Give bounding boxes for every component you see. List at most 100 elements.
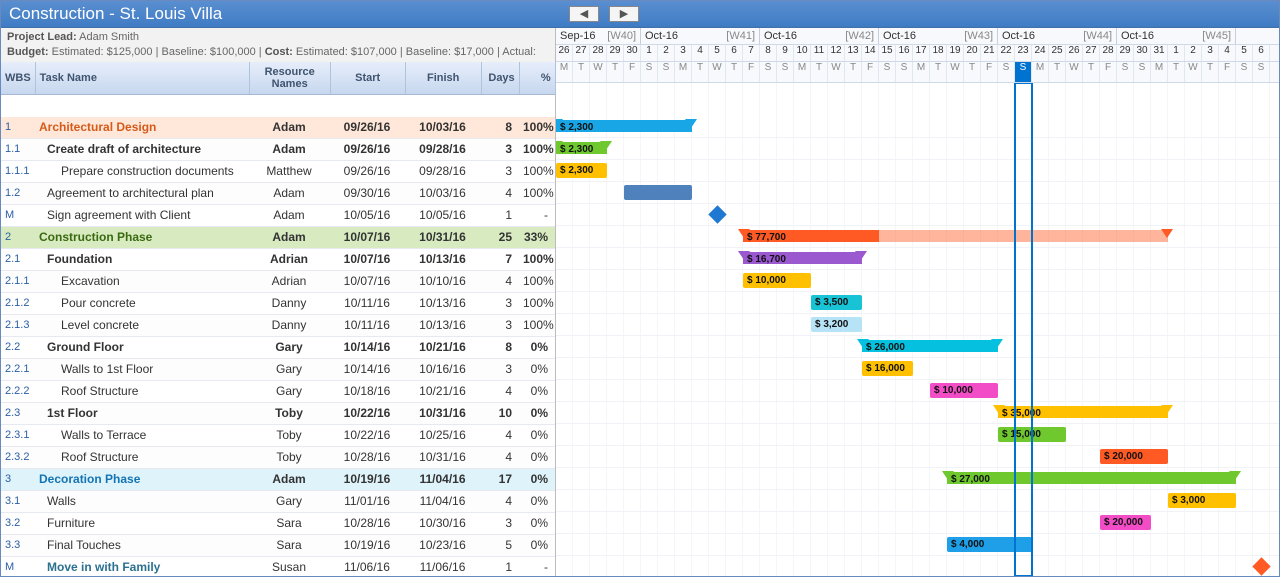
col-start[interactable]: Start bbox=[331, 62, 406, 94]
task-bar[interactable]: $ 4,000 bbox=[947, 537, 1032, 552]
daynum-cell bbox=[1270, 45, 1279, 61]
gantt-row: $ 26,000 bbox=[556, 336, 1279, 358]
task-row[interactable]: 2.1.3Level concreteDanny10/11/1610/13/16… bbox=[1, 315, 555, 337]
dow-cell: F bbox=[862, 62, 879, 82]
daynum-cell: 6 bbox=[1253, 45, 1270, 61]
cell-finish: 10/25/16 bbox=[405, 425, 481, 446]
task-bar[interactable]: $ 20,000 bbox=[1100, 449, 1168, 464]
cell-pct: - bbox=[519, 557, 555, 576]
task-bar[interactable]: $ 15,000 bbox=[998, 427, 1066, 442]
task-row[interactable]: 2.2.2Roof StructureGary10/18/1610/21/164… bbox=[1, 381, 555, 403]
dow-cell: T bbox=[1049, 62, 1066, 82]
month-cell: Oct-16[W41] bbox=[641, 28, 760, 44]
cell-start: 10/19/16 bbox=[330, 469, 405, 490]
cell-days: 3 bbox=[481, 315, 519, 336]
cell-pct: 100% bbox=[519, 249, 556, 270]
task-bar[interactable]: $ 20,000 bbox=[1100, 515, 1151, 530]
col-task[interactable]: Task Name bbox=[36, 62, 250, 94]
task-row[interactable]: 1Architectural DesignAdam09/26/1610/03/1… bbox=[1, 117, 555, 139]
task-bar[interactable]: $ 3,000 bbox=[1168, 493, 1236, 508]
summary-bar[interactable]: $ 16,700 bbox=[743, 252, 862, 264]
daynum-cell: 26 bbox=[556, 45, 573, 61]
cell-start: 10/18/16 bbox=[330, 381, 405, 402]
task-row[interactable]: 2.1.1ExcavationAdrian10/07/1610/10/16410… bbox=[1, 271, 555, 293]
cell-days: 4 bbox=[481, 447, 519, 468]
gantt-row: $ 20,000 bbox=[556, 446, 1279, 468]
dow-cell bbox=[1270, 62, 1279, 82]
task-row[interactable]: 2.3.2Roof StructureToby10/28/1610/31/164… bbox=[1, 447, 555, 469]
task-row[interactable]: 2.3.1Walls to TerraceToby10/22/1610/25/1… bbox=[1, 425, 555, 447]
gantt-area[interactable]: $ 2,300 $ 2,300 $ 2,300 $ 77,700 $ 16,700 $ 1… bbox=[556, 83, 1279, 576]
summary-bar[interactable]: $ 2,300 bbox=[556, 120, 692, 132]
dow-cell: S bbox=[896, 62, 913, 82]
nav-prev-button[interactable]: ◀ bbox=[569, 6, 599, 22]
task-row[interactable]: MMove in with FamilySusan11/06/1611/06/1… bbox=[1, 557, 555, 576]
cell-res: Adam bbox=[249, 139, 330, 160]
col-res[interactable]: Resource Names bbox=[250, 62, 331, 94]
cell-finish: 11/04/16 bbox=[405, 491, 481, 512]
cell-name: Walls to Terrace bbox=[35, 425, 249, 446]
bar-cost-label: $ 10,000 bbox=[934, 383, 973, 398]
col-wbs[interactable]: WBS bbox=[1, 62, 36, 94]
summary-bar[interactable]: $ 26,000 bbox=[862, 340, 998, 352]
task-bar[interactable] bbox=[624, 185, 692, 200]
daynum-cell: 4 bbox=[692, 45, 709, 61]
cell-start: 10/28/16 bbox=[330, 447, 405, 468]
summary-bar[interactable]: $ 27,000 bbox=[947, 472, 1236, 484]
task-row[interactable]: 2.2Ground FloorGary10/14/1610/21/1680% bbox=[1, 337, 555, 359]
task-row[interactable]: 2.1.2Pour concreteDanny10/11/1610/13/163… bbox=[1, 293, 555, 315]
task-row[interactable]: 3.1WallsGary11/01/1611/04/1640% bbox=[1, 491, 555, 513]
summary-bar[interactable]: $ 35,000 bbox=[998, 406, 1168, 418]
cell-name: Sign agreement with Client bbox=[35, 205, 249, 226]
task-row[interactable]: 3.2FurnitureSara10/28/1610/30/1630% bbox=[1, 513, 555, 535]
daynum-cell: 26 bbox=[1066, 45, 1083, 61]
milestone-diamond[interactable] bbox=[708, 205, 726, 223]
summary-bar[interactable]: $ 77,700 bbox=[743, 230, 1168, 242]
month-cell: Oct-16[W43] bbox=[879, 28, 998, 44]
task-row[interactable]: 3.3Final TouchesSara10/19/1610/23/1650% bbox=[1, 535, 555, 557]
cell-days: 3 bbox=[481, 359, 519, 380]
cell-wbs: 2.3.2 bbox=[1, 447, 35, 468]
dow-cell: W bbox=[1066, 62, 1083, 82]
cell-name: Architectural Design bbox=[35, 117, 249, 138]
task-row[interactable]: 1.2Agreement to architectural planAdam09… bbox=[1, 183, 555, 205]
milestone-diamond[interactable] bbox=[1252, 557, 1270, 575]
task-bar[interactable]: $ 10,000 bbox=[743, 273, 811, 288]
task-row[interactable]: 2.2.1Walls to 1st FloorGary10/14/1610/16… bbox=[1, 359, 555, 381]
task-row[interactable]: 1.1.1Prepare construction documentsMatth… bbox=[1, 161, 555, 183]
cell-res: Adam bbox=[249, 469, 330, 490]
cell-name: Excavation bbox=[35, 271, 249, 292]
cell-finish: 10/31/16 bbox=[405, 227, 481, 248]
task-bar[interactable]: $ 10,000 bbox=[930, 383, 998, 398]
nav-next-button[interactable]: ▶ bbox=[609, 6, 639, 22]
task-bar[interactable]: $ 2,300 bbox=[556, 163, 607, 178]
cell-start: 09/26/16 bbox=[330, 117, 405, 138]
gantt-row: $ 77,700 bbox=[556, 226, 1279, 248]
task-row[interactable]: 2Construction PhaseAdam10/07/1610/31/162… bbox=[1, 227, 555, 249]
col-days[interactable]: Days bbox=[482, 62, 520, 94]
col-pct[interactable]: % bbox=[520, 62, 556, 94]
task-bar[interactable]: $ 16,000 bbox=[862, 361, 913, 376]
task-bar[interactable]: $ 3,500 bbox=[811, 295, 862, 310]
daynum-cell: 2 bbox=[1185, 45, 1202, 61]
col-finish[interactable]: Finish bbox=[406, 62, 482, 94]
cell-wbs: 2.2.2 bbox=[1, 381, 35, 402]
summary-bar[interactable]: $ 2,300 bbox=[556, 142, 607, 154]
cell-finish: 10/10/16 bbox=[405, 271, 481, 292]
task-row[interactable]: MSign agreement with ClientAdam10/05/161… bbox=[1, 205, 555, 227]
gantt-row bbox=[556, 182, 1279, 204]
daynum-cell: 30 bbox=[1134, 45, 1151, 61]
gantt-row: $ 35,000 bbox=[556, 402, 1279, 424]
task-bar[interactable]: $ 3,200 bbox=[811, 317, 862, 332]
cell-wbs: 1.2 bbox=[1, 183, 35, 204]
task-row[interactable]: 2.31st FloorToby10/22/1610/31/16100% bbox=[1, 403, 555, 425]
daynum-cell: 29 bbox=[607, 45, 624, 61]
gantt-row bbox=[556, 204, 1279, 226]
task-row[interactable]: 3Decoration PhaseAdam10/19/1611/04/16170… bbox=[1, 469, 555, 491]
dow-cell: F bbox=[981, 62, 998, 82]
task-row[interactable]: 2.1FoundationAdrian10/07/1610/13/167100% bbox=[1, 249, 555, 271]
task-row[interactable]: 1.1Create draft of architectureAdam09/26… bbox=[1, 139, 555, 161]
cell-days: 4 bbox=[481, 183, 519, 204]
cell-res: Danny bbox=[249, 315, 330, 336]
daynum-cell: 24 bbox=[1032, 45, 1049, 61]
